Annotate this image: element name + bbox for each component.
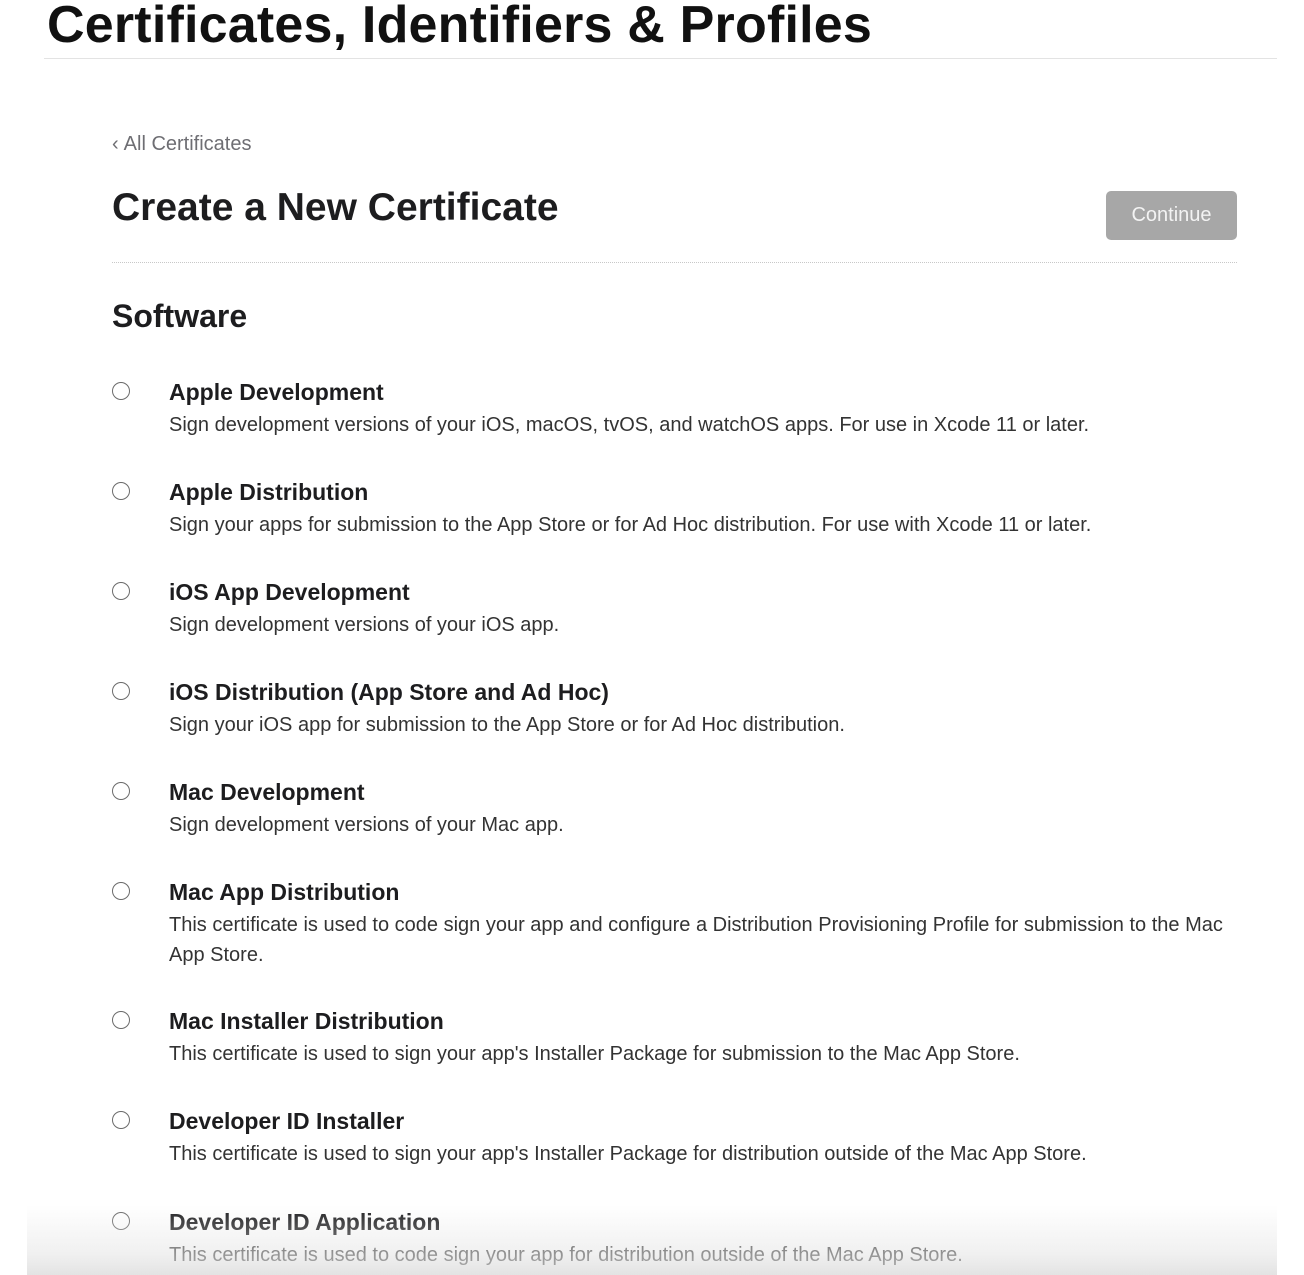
option-title: iOS App Development [169,579,410,605]
option-title: Apple Distribution [169,479,369,505]
page: Certificates, Identifiers & Profiles ‹ Al… [0,0,1304,1275]
radio-button[interactable] [112,882,130,900]
radio-button[interactable] [112,1212,130,1230]
option-text: Apple Development Sign development versi… [169,378,1249,440]
option-description: Sign development versions of your iOS ap… [169,614,560,636]
option-description: This certificate is used to sign your ap… [169,1143,1087,1165]
option-text: Developer ID Installer This certificate … [169,1107,1249,1169]
option-text: iOS App Development Sign development ver… [169,578,1249,640]
radio-button[interactable] [112,482,130,500]
option-text: Developer ID Application This certificat… [169,1208,1249,1270]
option-title: Mac Development [169,779,365,805]
option-description: This certificate is used to sign your ap… [169,1043,1020,1065]
option-title: Apple Development [169,379,384,405]
option-description: This certificate is used to code sign yo… [169,914,1223,966]
radio-button[interactable] [112,382,130,400]
option-title: Developer ID Application [169,1209,441,1235]
option-description: Sign your apps for submission to the App… [169,514,1092,536]
option-text: Mac Development Sign development version… [169,778,1249,840]
option-description: Sign development versions of your iOS, m… [169,414,1090,436]
option-title: Mac Installer Distribution [169,1008,444,1034]
option-title: Developer ID Installer [169,1108,405,1134]
option-text: Apple Distribution Sign your apps for su… [169,478,1249,540]
radio-button[interactable] [112,682,130,700]
radio-button[interactable] [112,1111,130,1129]
option-description: This certificate is used to code sign yo… [169,1244,963,1266]
option-text: Mac App Distribution This certificate is… [169,878,1249,970]
certificate-type-list: Apple Development Sign development versi… [0,0,1304,1275]
option-description: Sign your iOS app for submission to the … [169,714,845,736]
option-title: iOS Distribution (App Store and Ad Hoc) [169,679,609,705]
radio-button[interactable] [112,782,130,800]
radio-button[interactable] [112,1011,130,1029]
option-description: Sign development versions of your Mac ap… [169,814,564,836]
option-text: iOS Distribution (App Store and Ad Hoc) … [169,678,1249,740]
radio-button[interactable] [112,582,130,600]
option-text: Mac Installer Distribution This certific… [169,1007,1249,1069]
option-title: Mac App Distribution [169,879,400,905]
